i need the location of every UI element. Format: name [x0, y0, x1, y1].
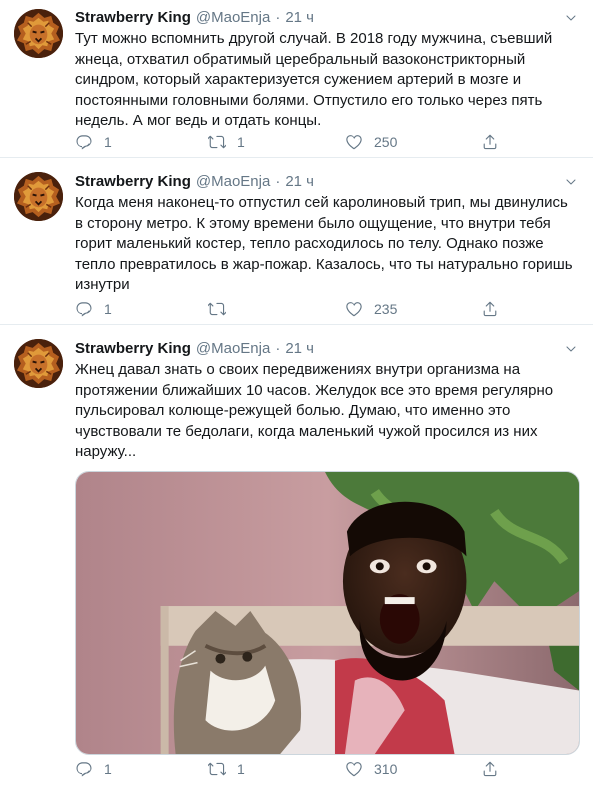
author-name[interactable]: Strawberry King [75, 172, 191, 192]
tweet-actions: 1 1 310 [75, 759, 593, 779]
retweet-button[interactable]: 1 [208, 132, 245, 152]
share-button[interactable] [481, 759, 499, 779]
like-button[interactable]: 250 [345, 132, 397, 152]
retweet-icon [208, 133, 226, 151]
tweet-time[interactable]: 21 ч [285, 172, 314, 192]
avatar[interactable] [14, 339, 63, 388]
retweet-button[interactable]: 1 [208, 759, 245, 779]
heart-icon [345, 760, 363, 778]
avatar[interactable] [14, 172, 63, 221]
author-name[interactable]: Strawberry King [75, 8, 191, 28]
retweet-button[interactable] [208, 299, 237, 319]
tweet-time[interactable]: 21 ч [285, 339, 314, 359]
heart-icon [345, 133, 363, 151]
retweet-count: 1 [237, 761, 245, 777]
reply-icon [75, 760, 93, 778]
tweet[interactable]: Strawberry King @MaoEnja · 21 ч Тут можн… [0, 0, 593, 158]
tweet-text: Когда меня наконец-то отпустил сей карол… [75, 194, 573, 293]
separator-dot: · [275, 9, 281, 26]
reply-count: 1 [104, 761, 112, 777]
tweet-actions: 1 235 [75, 299, 593, 319]
author-handle[interactable]: @MaoEnja [196, 172, 270, 192]
reply-icon [75, 300, 93, 318]
tweet-header: Strawberry King @MaoEnja · 21 ч [75, 339, 579, 359]
author-handle[interactable]: @MaoEnja [196, 339, 270, 359]
share-icon [481, 760, 499, 778]
share-icon [481, 133, 499, 151]
retweet-icon [208, 760, 226, 778]
retweet-icon [208, 300, 226, 318]
share-button[interactable] [481, 299, 499, 319]
tweet[interactable]: Strawberry King @MaoEnja · 21 ч Когда ме… [0, 158, 593, 325]
screaming-man-with-cat-photo [76, 471, 579, 754]
retweet-count: 1 [237, 134, 245, 150]
reply-icon [75, 133, 93, 151]
reply-button[interactable]: 1 [75, 132, 112, 152]
tweet-header: Strawberry King @MaoEnja · 21 ч [75, 172, 579, 192]
heart-icon [345, 300, 363, 318]
reply-count: 1 [104, 134, 112, 150]
share-icon [481, 300, 499, 318]
lion-avatar-icon [14, 172, 63, 221]
tweet-text: Жнец давал знать о своих передвижениях в… [75, 361, 554, 460]
separator-dot: · [275, 173, 281, 190]
like-button[interactable]: 310 [345, 759, 397, 779]
author-handle[interactable]: @MaoEnja [196, 8, 270, 28]
share-button[interactable] [481, 132, 499, 152]
reply-count: 1 [104, 301, 112, 317]
like-count: 235 [374, 301, 398, 317]
chevron-down-icon[interactable] [565, 176, 577, 188]
author-name[interactable]: Strawberry King [75, 339, 191, 359]
like-button[interactable]: 235 [345, 299, 397, 319]
tweet-header: Strawberry King @MaoEnja · 21 ч [75, 8, 579, 28]
lion-avatar-icon [14, 9, 63, 58]
reply-button[interactable]: 1 [75, 299, 112, 319]
tweet-media-photo[interactable] [75, 470, 580, 755]
tweet-actions: 1 1 250 [75, 132, 593, 152]
chevron-down-icon[interactable] [565, 12, 577, 24]
tweet-text: Тут можно вспомнить другой случай. В 201… [75, 30, 553, 129]
reply-button[interactable]: 1 [75, 759, 112, 779]
tweet[interactable]: Strawberry King @MaoEnja · 21 ч Жнец дав… [0, 325, 593, 792]
lion-avatar-icon [14, 339, 63, 388]
chevron-down-icon[interactable] [565, 343, 577, 355]
like-count: 310 [374, 761, 398, 777]
avatar[interactable] [14, 9, 63, 58]
separator-dot: · [275, 340, 281, 357]
like-count: 250 [374, 134, 398, 150]
tweet-time[interactable]: 21 ч [285, 8, 314, 28]
